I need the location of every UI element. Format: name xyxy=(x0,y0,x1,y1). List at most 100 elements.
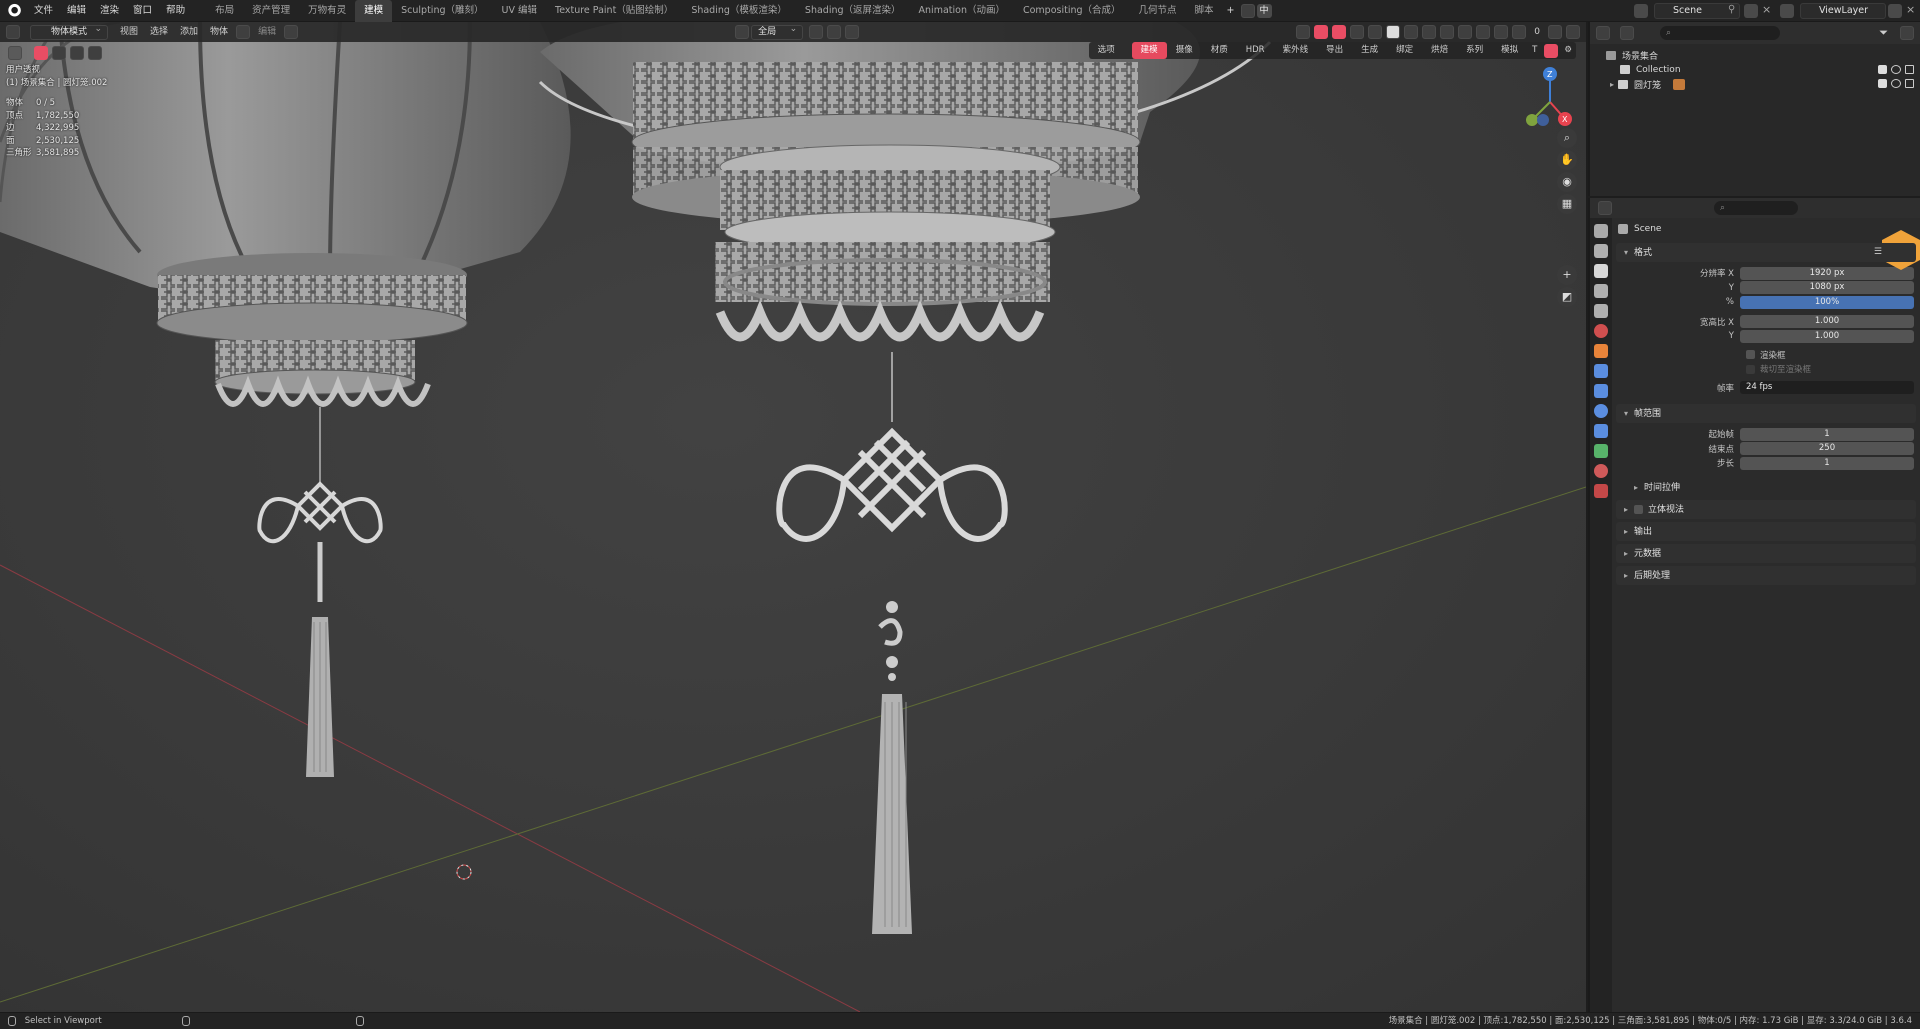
workspace-tab-wanwu[interactable]: 万物有灵 xyxy=(299,0,355,22)
shading-rendered-icon[interactable] xyxy=(1422,25,1437,39)
preset-list-icon[interactable]: ☰ xyxy=(1874,243,1882,262)
aspect-x-field[interactable]: 1.000 xyxy=(1740,315,1914,329)
camera-view-icon[interactable]: ◉ xyxy=(1557,172,1577,192)
edit-mode-button[interactable]: 编辑 xyxy=(252,22,282,42)
camera-icon[interactable] xyxy=(1512,25,1527,39)
workspace-tab-sculpting[interactable]: Sculpting（雕刻） xyxy=(392,0,492,22)
render-region-checkbox[interactable] xyxy=(1746,350,1755,360)
expand-arrow-icon[interactable]: ▸ xyxy=(1610,80,1614,89)
tool-settings-gear-icon[interactable]: ⚙ xyxy=(1560,42,1576,59)
menu-edit[interactable]: 编辑 xyxy=(60,0,93,22)
workspace-tab-assets[interactable]: 资产管理 xyxy=(243,0,299,22)
pan-hand-icon[interactable]: ✋ xyxy=(1557,150,1577,170)
world-tab-icon[interactable] xyxy=(1594,324,1608,338)
snap-toggle-icon[interactable] xyxy=(827,25,842,39)
render-tab-icon[interactable] xyxy=(1594,244,1608,258)
xray-icon[interactable] xyxy=(1350,25,1365,39)
select-extend-icon[interactable] xyxy=(52,46,66,60)
gizmo-toggle-icon[interactable] xyxy=(1314,25,1329,39)
tool-tab-bake[interactable]: 烘焙 xyxy=(1422,42,1457,59)
3d-viewport[interactable]: 物体模式 视图 选择 添加 物体 编辑 全局 0 xyxy=(0,22,1586,1012)
render-camera-icon[interactable] xyxy=(1905,79,1914,88)
view-layer-icon[interactable] xyxy=(1780,4,1794,18)
tool-tab-modeling[interactable]: 建模 xyxy=(1131,42,1167,59)
transform-orientation-select[interactable]: 全局 xyxy=(751,23,804,40)
tool-tab-export[interactable]: 导出 xyxy=(1317,42,1352,59)
select-intersect-icon[interactable] xyxy=(88,46,102,60)
aspect-y-field[interactable]: 1.000 xyxy=(1740,329,1914,343)
menu-render[interactable]: 渲染 xyxy=(93,0,126,22)
crop-region-checkbox[interactable] xyxy=(1746,364,1755,374)
shading-material-icon[interactable] xyxy=(1404,25,1419,39)
proportional-icon[interactable] xyxy=(845,25,860,39)
time-stretch-subpanel[interactable]: ▸ 时间拉伸 xyxy=(1616,478,1916,497)
zoom-icon[interactable]: ⌕ xyxy=(1557,128,1577,148)
exclude-checkbox[interactable] xyxy=(1878,64,1887,74)
exclude-checkbox[interactable] xyxy=(1878,79,1887,88)
texture-tab-icon[interactable] xyxy=(1594,484,1608,498)
shading-solid-icon[interactable] xyxy=(1386,25,1401,39)
modifier-tab-icon[interactable] xyxy=(1594,364,1608,378)
ortho-grid-icon[interactable]: ▦ xyxy=(1557,194,1577,214)
orientation-icon[interactable] xyxy=(735,25,750,39)
tool-tab-uv[interactable]: 紫外线 xyxy=(1274,42,1318,59)
scene-tab-icon[interactable] xyxy=(1594,304,1608,318)
addon-v-icon[interactable] xyxy=(1544,43,1559,58)
zh-language-button[interactable]: 中 xyxy=(1256,3,1272,18)
stereoscopy-panel-header[interactable]: ▸ 立体视法 xyxy=(1616,499,1916,519)
render-region-row[interactable]: 渲染框 xyxy=(1612,348,1920,363)
frame-range-panel-header[interactable]: ▾ 帧范围 xyxy=(1616,404,1916,423)
new-collection-icon[interactable] xyxy=(1900,26,1914,40)
delete-scene-icon[interactable]: × xyxy=(1762,3,1771,16)
stereoscopy-checkbox[interactable] xyxy=(1634,504,1643,514)
menu-help[interactable]: 帮助 xyxy=(159,0,192,22)
properties-search-input[interactable]: ⌕ xyxy=(1714,201,1798,215)
select-subtract-icon[interactable] xyxy=(70,46,84,60)
physics-tab-icon[interactable] xyxy=(1594,404,1608,418)
editor-type-icon[interactable] xyxy=(6,25,20,39)
render-camera-icon[interactable] xyxy=(1905,64,1914,74)
filter-icon[interactable]: ⏷ xyxy=(1879,26,1888,40)
object-tab-icon[interactable] xyxy=(1594,344,1608,358)
material-tab-icon[interactable] xyxy=(1594,464,1608,478)
workspace-tab-texture-paint[interactable]: Texture Paint（贴图绘制） xyxy=(546,0,682,22)
camera-toggle-icon[interactable]: ◩ xyxy=(1557,287,1577,307)
view-layer-tab-icon[interactable] xyxy=(1594,284,1608,298)
new-scene-icon[interactable] xyxy=(1744,4,1758,18)
menu-window[interactable]: 窗口 xyxy=(126,0,159,22)
tool-tab-generate[interactable]: 生成 xyxy=(1352,42,1387,59)
outliner-row-collection[interactable]: Collection xyxy=(1590,63,1920,78)
tool-tab-icon[interactable] xyxy=(1594,224,1608,238)
output-panel-header[interactable]: ▸ 输出 xyxy=(1616,521,1916,541)
workspace-tab-geometry-nodes[interactable]: 几何节点 xyxy=(1130,0,1186,22)
constraints-tab-icon[interactable] xyxy=(1594,424,1608,438)
workspace-tab-scripting[interactable]: 脚本 xyxy=(1186,0,1223,22)
render-gear-icon[interactable] xyxy=(1566,25,1580,39)
metadata-panel-header[interactable]: ▸ 元数据 xyxy=(1616,543,1916,563)
mode-selector[interactable]: 物体模式 xyxy=(30,23,108,40)
outliner-row-scene-collection[interactable]: 场景集合 xyxy=(1590,48,1920,63)
crop-region-row[interactable]: 裁切至渲染框 xyxy=(1612,362,1920,377)
workspace-tab-animation[interactable]: Animation（动画） xyxy=(910,0,1014,22)
blender-logo-icon[interactable] xyxy=(5,2,21,19)
workspace-tab-modeling[interactable]: 建模 xyxy=(355,0,393,22)
scene-selector-icon[interactable] xyxy=(1634,4,1648,18)
workspace-tab-uv[interactable]: UV 编辑 xyxy=(493,0,546,22)
cursor-icon[interactable] xyxy=(1476,25,1491,39)
frame-step-field[interactable]: 1 xyxy=(1740,456,1914,470)
menu-file[interactable]: 文件 xyxy=(27,0,60,22)
tool-tab-series[interactable]: 系列 xyxy=(1457,42,1492,59)
visibility-icon[interactable] xyxy=(1296,25,1311,39)
post-processing-panel-header[interactable]: ▸ 后期处理 xyxy=(1616,565,1916,585)
image-icon[interactable] xyxy=(1240,3,1255,18)
workspace-tab-shading-template[interactable]: Shading（模板渲染） xyxy=(682,0,796,22)
resolution-y-field[interactable]: 1080 px xyxy=(1740,281,1914,295)
output-tab-icon[interactable] xyxy=(1594,264,1608,278)
select-new-icon[interactable] xyxy=(34,46,48,60)
properties-editor-icon[interactable] xyxy=(1598,201,1612,215)
new-view-layer-icon[interactable] xyxy=(1888,4,1902,18)
resolution-x-field[interactable]: 1920 px xyxy=(1740,266,1914,280)
data-tab-icon[interactable] xyxy=(1594,444,1608,458)
gpencil-icon[interactable] xyxy=(236,25,251,39)
tool-tab-camera[interactable]: 摄像 xyxy=(1167,42,1202,59)
